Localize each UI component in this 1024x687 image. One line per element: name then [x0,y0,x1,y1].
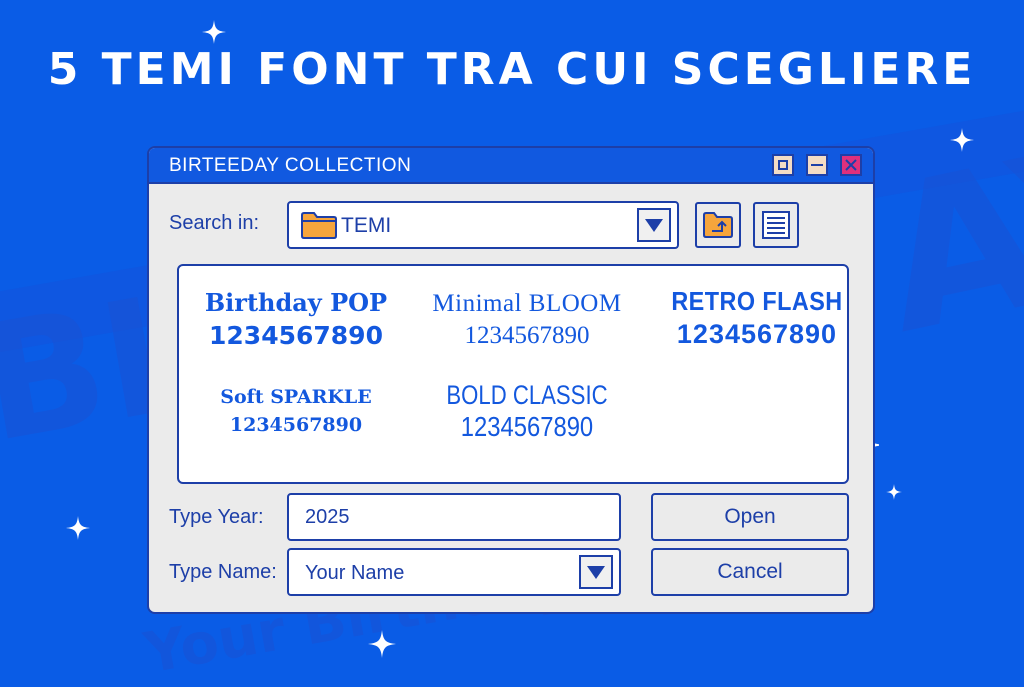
font-sample: 1234567890 [464,322,590,349]
folder-icon [301,212,337,239]
chevron-down-icon [645,219,663,232]
folder-up-icon [703,212,733,238]
font-preview-panel: Birthday POP 1234567890 Minimal BLOOM 12… [177,264,849,484]
close-button[interactable] [840,154,862,176]
close-icon [845,159,857,171]
up-folder-button[interactable] [695,202,741,248]
headline: 5 TEMI FONT TRA CUI SCEGLIERE [47,44,977,95]
font-sample: 1234567890 [209,321,383,350]
sparkle-icon [368,630,396,658]
list-view-icon [762,211,790,239]
list-view-button[interactable] [753,202,799,248]
font-option-retro-flash[interactable]: RETRO FLASH 1234567890 [657,286,857,350]
year-label: Type Year: [169,506,264,528]
font-option-minimal-bloom[interactable]: Minimal BLOOM 1234567890 [427,290,627,350]
font-name: BOLD CLASSIC [446,380,608,410]
font-sample: 1234567890 [229,414,363,436]
font-name: Minimal BLOOM [432,290,622,317]
sparkle-icon [886,484,902,500]
search-dropdown-button[interactable] [637,208,671,242]
search-label: Search in: [169,212,260,234]
font-sample: 1234567890 [676,319,838,349]
font-option-birthday-pop[interactable]: Birthday POP 1234567890 [193,288,399,350]
sparkle-icon [66,516,90,540]
name-dropdown-button[interactable] [579,555,613,589]
font-option-soft-sparkle[interactable]: Soft SPARKLE 1234567890 [193,386,399,436]
window-title: BIRTEEDAY COLLECTION [169,155,412,176]
font-name: RETRO FLASH [671,286,843,316]
font-name: Soft SPARKLE [220,386,372,408]
sparkle-icon [950,128,974,152]
font-name: Birthday POP [204,288,388,317]
font-option-bold-classic[interactable]: BOLD CLASSIC 1234567890 [427,380,627,443]
maximize-button[interactable] [772,154,794,176]
title-bar[interactable]: BIRTEEDAY COLLECTION [149,148,873,184]
cancel-button[interactable]: Cancel [651,548,849,596]
sparkle-icon [202,20,226,44]
search-location-select[interactable]: TEMI [287,201,679,249]
name-label: Type Name: [169,561,277,583]
dialog-window: BIRTEEDAY COLLECTION Search in: TEMI Bir [147,146,875,614]
name-select-value: Your Name [305,562,405,584]
chevron-down-icon [587,566,605,579]
name-select[interactable]: Your Name [287,548,621,596]
search-location-value: TEMI [341,214,392,237]
minimize-button[interactable] [806,154,828,176]
year-input[interactable] [287,493,621,541]
open-button[interactable]: Open [651,493,849,541]
font-sample: 1234567890 [460,411,594,442]
